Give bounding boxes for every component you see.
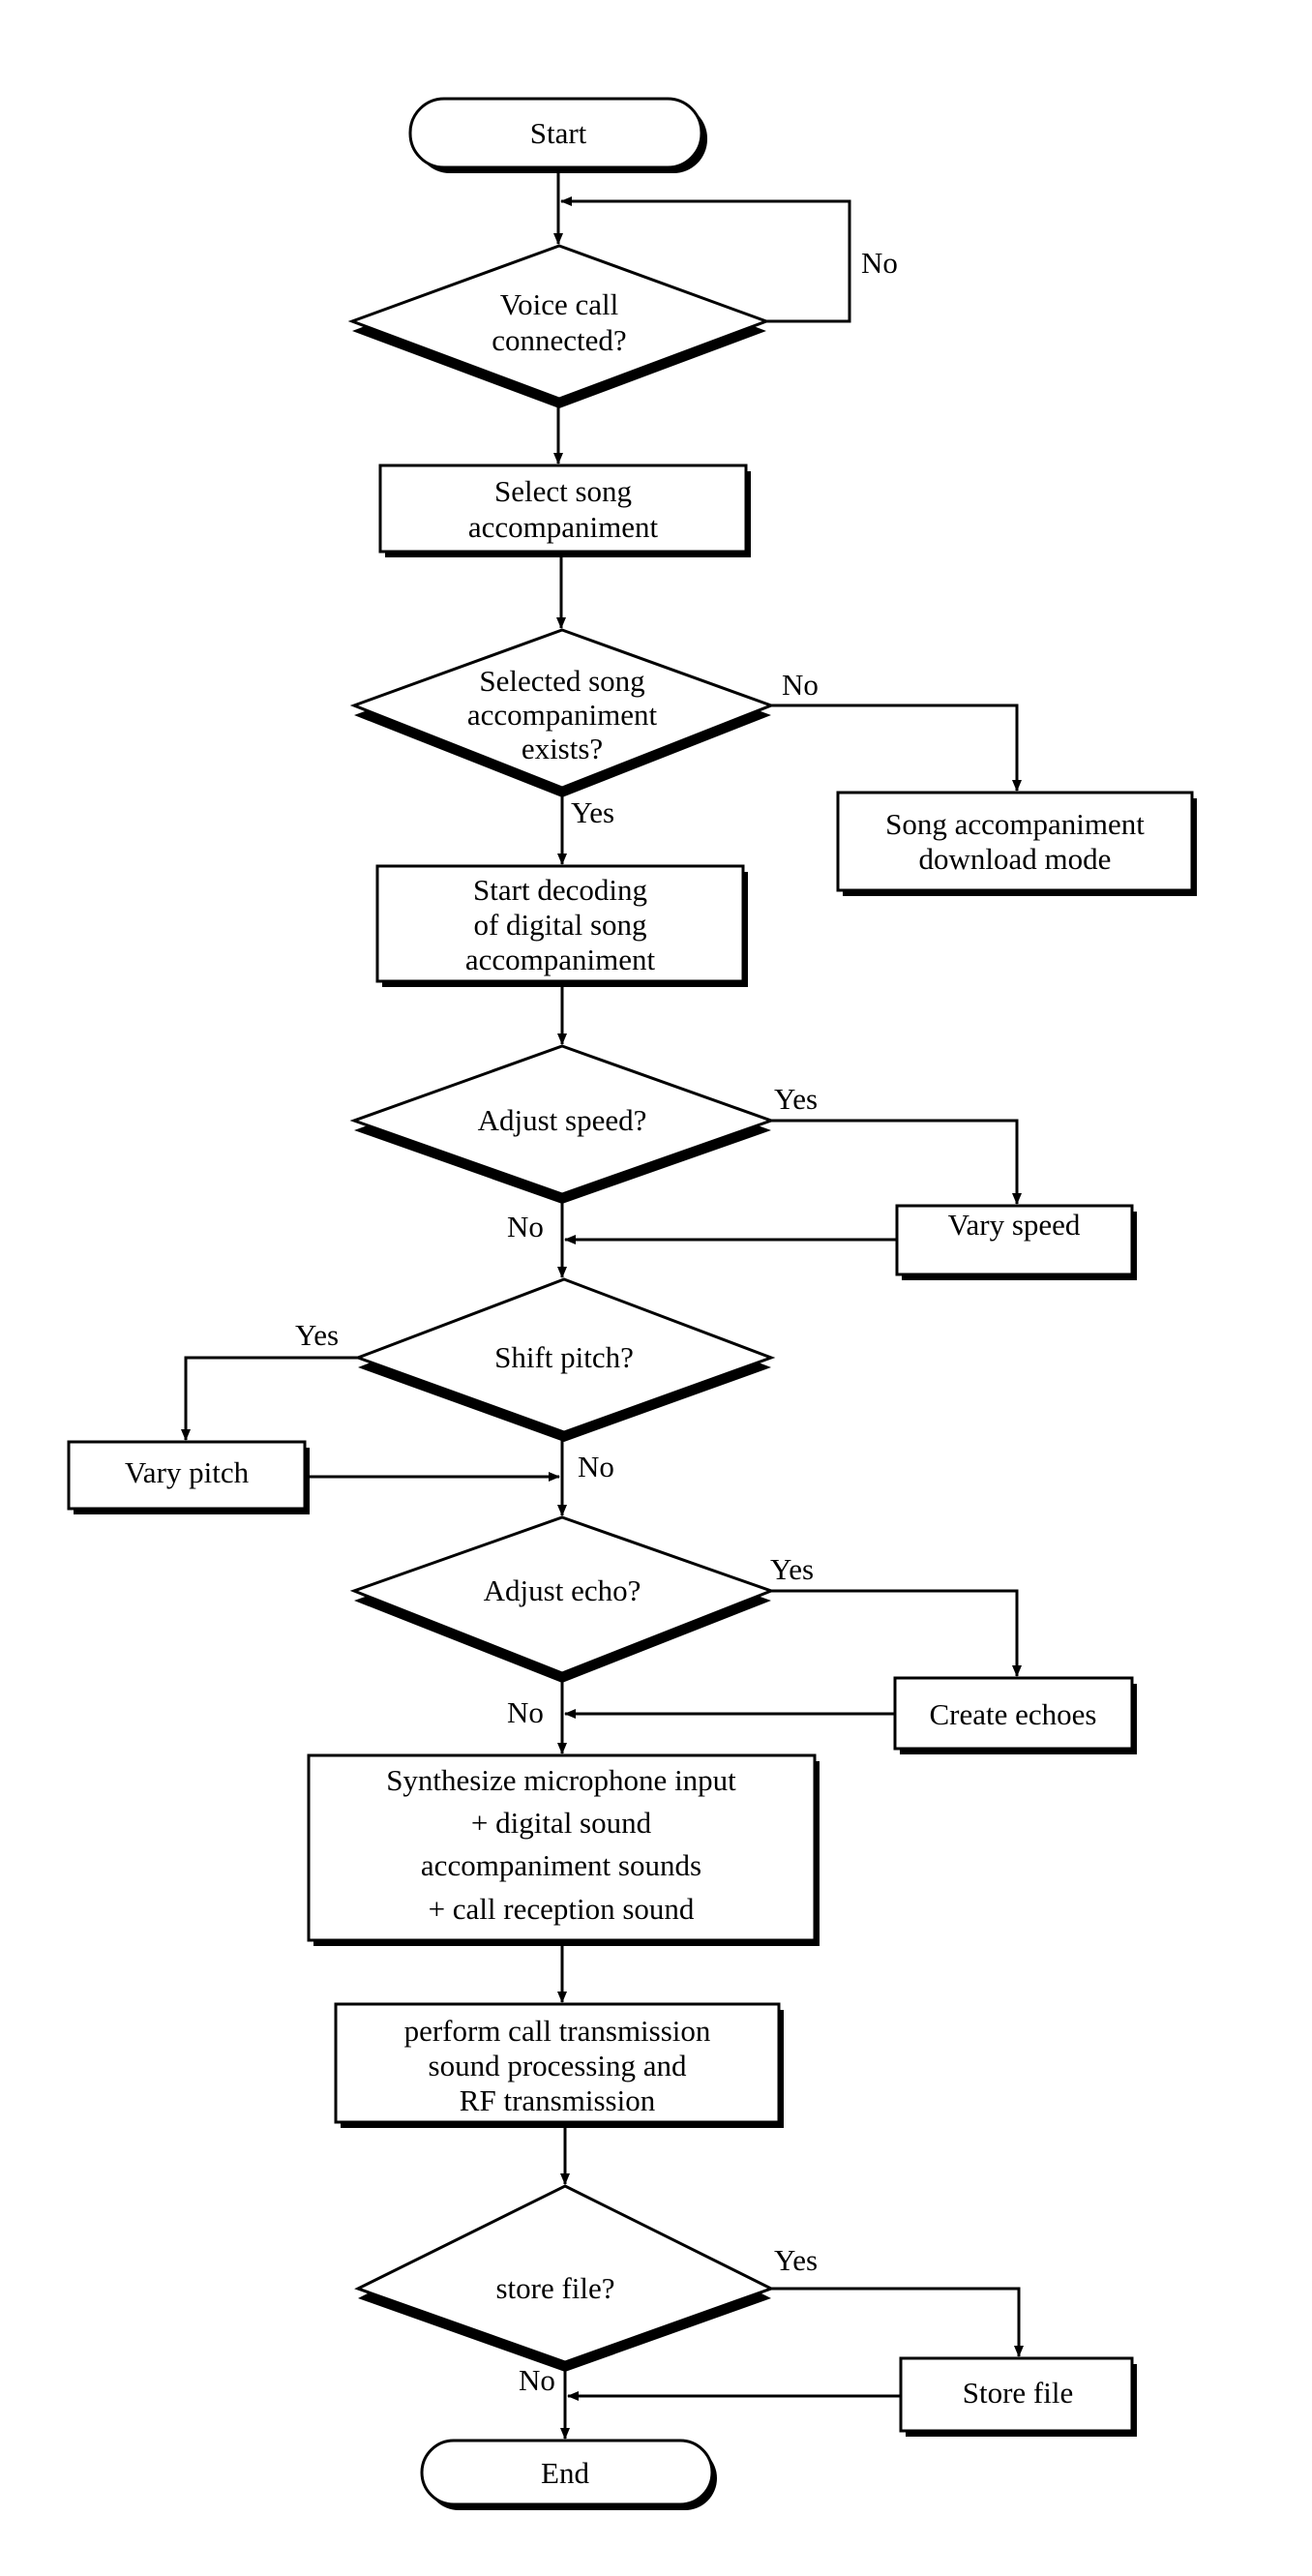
- label-store-yes: Yes: [774, 2243, 818, 2277]
- node-adjust-speed-text: Adjust speed?: [478, 1103, 647, 1137]
- node-download-line-2: download mode: [919, 842, 1112, 876]
- node-vary-pitch-text: Vary pitch: [125, 1455, 250, 1489]
- node-synthesize: Synthesize microphone input + digital so…: [307, 1753, 820, 1946]
- label-speed-no: No: [507, 1210, 544, 1243]
- flowchart: No No Yes Yes No Yes No Yes No Yes No St…: [67, 97, 1197, 2510]
- node-song-exists-line-1: Selected song: [479, 664, 644, 698]
- node-synth-line-4: + call reception sound: [429, 1892, 695, 1926]
- label-pitch-no: No: [578, 1450, 614, 1483]
- node-transmission-line-3: RF transmission: [460, 2083, 656, 2117]
- node-song-exists-decision: Selected song accompaniment exists?: [349, 628, 776, 797]
- label-voice-call-no: No: [861, 246, 898, 280]
- node-start: Start: [408, 97, 707, 173]
- node-voice-call-line-1: Voice call: [500, 287, 619, 321]
- node-decoding-line-3: accompaniment: [465, 943, 656, 976]
- node-adjust-echo-text: Adjust echo?: [484, 1573, 641, 1607]
- node-song-exists-line-2: accompaniment: [467, 698, 658, 732]
- node-start-text: Start: [530, 116, 587, 150]
- node-synth-line-1: Synthesize microphone input: [386, 1763, 736, 1797]
- node-store-file-text: Store file: [963, 2376, 1074, 2410]
- edge-exists-no-to-download: [771, 704, 1022, 792]
- node-transmission-line-2: sound processing and: [429, 2049, 687, 2082]
- node-shift-pitch-decision: Shift pitch?: [353, 1277, 776, 1442]
- node-select-song: Select song accompaniment: [378, 464, 751, 557]
- label-echo-no: No: [507, 1695, 544, 1729]
- node-song-exists-line-3: exists?: [522, 732, 603, 765]
- node-adjust-echo-decision: Adjust echo?: [349, 1515, 776, 1683]
- node-download-line-1: Song accompaniment: [885, 807, 1145, 841]
- label-pitch-yes: Yes: [295, 1318, 339, 1352]
- label-exists-yes: Yes: [571, 795, 614, 829]
- node-synth-line-3: accompaniment sounds: [421, 1848, 701, 1882]
- node-voice-call-line-2: connected?: [492, 323, 626, 357]
- node-store-file-decision: store file?: [354, 2184, 775, 2372]
- node-adjust-speed-decision: Adjust speed?: [349, 1044, 776, 1204]
- node-start-decoding: Start decoding of digital song accompani…: [375, 864, 748, 987]
- node-store-file-q-text: store file?: [495, 2271, 614, 2305]
- node-synth-line-2: + digital sound: [471, 1806, 652, 1840]
- label-store-no: No: [519, 2363, 555, 2397]
- node-create-echoes-text: Create echoes: [930, 1697, 1097, 1731]
- node-end-text: End: [541, 2456, 589, 2490]
- node-voice-call-decision: Voice call connected?: [347, 244, 771, 408]
- node-create-echoes: Create echoes: [893, 1676, 1137, 1754]
- node-decoding-line-2: of digital song: [473, 908, 646, 942]
- edge-pitch-yes-to-vary-pitch: [181, 1356, 358, 1441]
- node-shift-pitch-text: Shift pitch?: [494, 1340, 634, 1374]
- label-speed-yes: Yes: [774, 1082, 818, 1116]
- node-select-song-line-1: Select song: [494, 474, 632, 508]
- edge-store-q-yes-to-store-file: [771, 2287, 1024, 2357]
- node-transmission-line-1: perform call transmission: [404, 2014, 711, 2048]
- node-vary-speed-text: Vary speed: [948, 1208, 1081, 1242]
- edge-echo-yes-to-create-echoes: [771, 1589, 1022, 1677]
- node-store-file: Store file: [899, 2356, 1137, 2437]
- node-decoding-line-1: Start decoding: [473, 873, 647, 907]
- edge-speed-yes-to-vary-speed: [771, 1119, 1022, 1205]
- node-download-mode: Song accompaniment download mode: [836, 791, 1197, 896]
- node-end: End: [420, 2439, 717, 2510]
- node-select-song-line-2: accompaniment: [468, 510, 659, 544]
- node-vary-speed: Vary speed: [895, 1204, 1137, 1280]
- node-vary-pitch: Vary pitch: [67, 1440, 310, 1514]
- label-echo-yes: Yes: [770, 1552, 814, 1586]
- node-transmission: perform call transmission sound processi…: [334, 2002, 784, 2128]
- label-exists-no: No: [782, 668, 819, 702]
